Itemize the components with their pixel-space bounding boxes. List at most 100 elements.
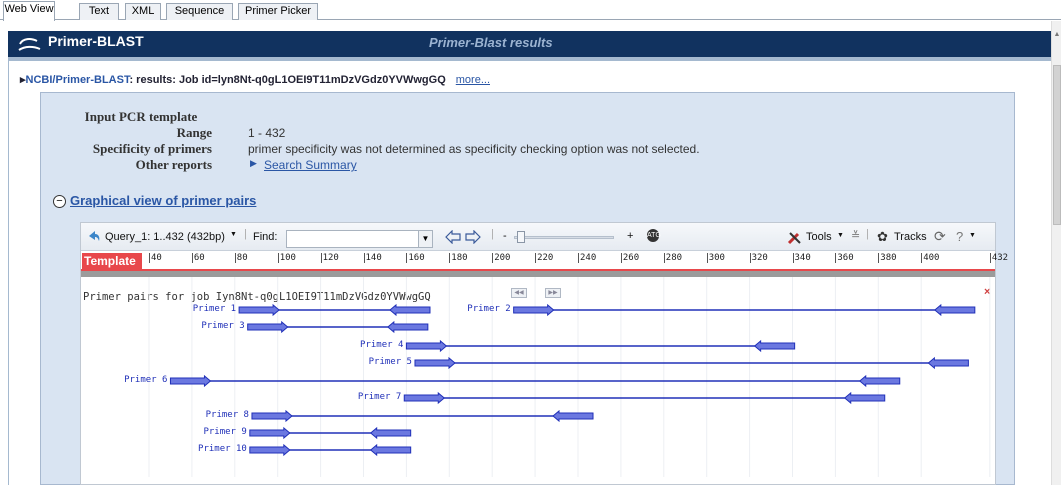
query-selector[interactable]: Query_1: 1..432 (432bp) bbox=[105, 231, 225, 243]
collapse-all-icon[interactable]: ≚ bbox=[851, 229, 860, 242]
help-dropdown-icon[interactable]: ▼ bbox=[969, 232, 976, 239]
collapse-toggle-icon[interactable]: − bbox=[53, 195, 66, 208]
ruler-tick-label: 60 bbox=[193, 253, 205, 263]
tracks-menu[interactable]: Tracks bbox=[894, 231, 927, 243]
scrollbar-thumb[interactable] bbox=[1053, 65, 1061, 225]
ruler-tick bbox=[320, 253, 322, 263]
ruler-tick bbox=[406, 253, 408, 263]
tools-icon[interactable] bbox=[786, 229, 804, 245]
primer-label[interactable]: Primer 6 bbox=[124, 375, 167, 385]
forward-primer-arrow[interactable] bbox=[405, 339, 448, 353]
app-title: Primer-BLAST bbox=[48, 33, 144, 49]
graphical-view-heading[interactable]: Graphical view of primer pairs bbox=[70, 193, 256, 208]
query-dropdown-icon[interactable]: ▼ bbox=[230, 231, 237, 238]
forward-primer-arrow[interactable] bbox=[169, 374, 212, 388]
refresh-icon[interactable]: ⟳ bbox=[934, 228, 946, 245]
zoom-slider-handle[interactable] bbox=[517, 231, 525, 243]
forward-primer-arrow[interactable] bbox=[249, 443, 291, 457]
ruler-tick bbox=[578, 253, 579, 263]
reverse-primer-arrow[interactable] bbox=[934, 303, 976, 317]
primer-label[interactable]: Primer 5 bbox=[369, 357, 412, 367]
back-arrow-icon[interactable] bbox=[87, 230, 101, 242]
forward-primer-arrow[interactable] bbox=[247, 320, 289, 334]
viewer-toolbar: Query_1: 1..432 (432bp) ▼ | Find: ▼ | - … bbox=[81, 223, 995, 251]
search-summary-link[interactable]: Search Summary bbox=[264, 158, 357, 172]
zoom-out-button[interactable]: - bbox=[503, 230, 507, 242]
ruler-tick-label: 340 bbox=[794, 253, 811, 263]
reverse-primer-arrow[interactable] bbox=[927, 356, 969, 370]
forward-primer-arrow[interactable] bbox=[513, 303, 555, 317]
primer-label[interactable]: Primer 8 bbox=[206, 410, 249, 420]
toolbar-divider-2: | bbox=[491, 228, 494, 240]
primer-label[interactable]: Primer 7 bbox=[358, 392, 401, 402]
primer-label[interactable]: Primer 3 bbox=[201, 321, 244, 331]
reverse-primer-arrow[interactable] bbox=[387, 320, 429, 334]
reverse-primer-arrow[interactable] bbox=[753, 339, 796, 353]
input-pcr-template-label: Input PCR template bbox=[84, 109, 198, 124]
range-value: 1 - 432 bbox=[248, 126, 286, 140]
toolbar-divider-3: | bbox=[866, 228, 869, 240]
ruler-tick bbox=[191, 253, 193, 263]
banner-divider bbox=[8, 57, 1051, 61]
ruler-tick-label: 140 bbox=[365, 253, 382, 263]
forward-primer-arrow[interactable] bbox=[238, 303, 280, 317]
ruler-tick bbox=[792, 253, 794, 263]
forward-primer-arrow[interactable] bbox=[414, 356, 456, 370]
primer-label[interactable]: Primer 9 bbox=[203, 427, 246, 437]
tab-web-view[interactable]: Web View bbox=[3, 1, 55, 21]
toolbar-divider: | bbox=[244, 228, 247, 240]
ruler-tick-label: 200 bbox=[494, 253, 511, 263]
reverse-primer-arrow[interactable] bbox=[843, 391, 886, 405]
ruler-tick bbox=[234, 253, 236, 263]
primer-label[interactable]: Primer 4 bbox=[360, 340, 403, 350]
primer-label[interactable]: Primer 10 bbox=[198, 444, 247, 454]
tools-dropdown-icon[interactable]: ▼ bbox=[837, 232, 844, 239]
reverse-primer-arrow[interactable] bbox=[369, 443, 412, 457]
reverse-primer-arrow[interactable] bbox=[552, 409, 594, 423]
ruler-tick-label: 320 bbox=[751, 253, 768, 263]
ruler-tick bbox=[149, 253, 150, 263]
tab-text[interactable]: Text bbox=[79, 3, 119, 20]
tools-menu[interactable]: Tools bbox=[806, 231, 832, 243]
vertical-scrollbar[interactable]: ▲ bbox=[1051, 21, 1061, 485]
ruler-tick bbox=[706, 253, 708, 263]
find-label: Find: bbox=[253, 231, 278, 243]
tab-primer-picker[interactable]: Primer Picker bbox=[238, 3, 318, 20]
ruler-tick-label: 380 bbox=[880, 253, 897, 263]
breadcrumb-job-id: : results: Job id=lyn8Nt-q0gL1OEI9T11mDz… bbox=[129, 74, 446, 86]
view-tabs: Web View Text XML Sequence Primer Picker bbox=[0, 0, 1061, 21]
zoom-in-button[interactable]: + bbox=[627, 230, 633, 242]
ruler-tick bbox=[878, 253, 880, 263]
gear-icon[interactable]: ✿ bbox=[877, 229, 888, 245]
primer-label[interactable]: Primer 2 bbox=[467, 304, 510, 314]
ruler-tick bbox=[749, 253, 751, 263]
specificity-value: primer specificity was not determined as… bbox=[248, 142, 700, 156]
reverse-primer-arrow[interactable] bbox=[858, 374, 901, 388]
help-icon[interactable]: ? bbox=[956, 229, 963, 244]
reverse-primer-arrow[interactable] bbox=[389, 303, 431, 317]
pan-arrows-icon[interactable] bbox=[444, 230, 482, 244]
breadcrumb-ncbi-link[interactable]: NCBI/ bbox=[26, 74, 56, 86]
zoom-slider[interactable] bbox=[514, 236, 614, 239]
forward-primer-arrow[interactable] bbox=[249, 426, 291, 440]
specificity-label: Specificity of primers bbox=[92, 141, 212, 156]
reverse-primer-arrow[interactable] bbox=[369, 426, 412, 440]
range-label: Range bbox=[176, 125, 212, 140]
ruler-tick bbox=[535, 253, 537, 263]
forward-primer-arrow[interactable] bbox=[251, 409, 293, 423]
results-title: Primer-Blast results bbox=[429, 35, 553, 50]
find-input[interactable] bbox=[286, 230, 419, 248]
page-border bbox=[8, 61, 9, 485]
more-link[interactable]: more... bbox=[456, 74, 490, 86]
ruler-tick bbox=[620, 253, 622, 263]
breadcrumb-primer-blast-link[interactable]: Primer-BLAST bbox=[55, 74, 129, 86]
forward-primer-arrow[interactable] bbox=[403, 391, 446, 405]
primer-label[interactable]: Primer 1 bbox=[193, 304, 236, 314]
find-dropdown-icon[interactable]: ▼ bbox=[419, 230, 433, 248]
sequence-zoom-icon[interactable]: ATG bbox=[647, 229, 661, 242]
scroll-up-icon[interactable]: ▲ bbox=[1052, 31, 1061, 41]
tab-sequence[interactable]: Sequence bbox=[166, 3, 233, 20]
tab-xml[interactable]: XML bbox=[125, 3, 161, 20]
breadcrumb: ▸NCBI/Primer-BLAST: results: Job id=lyn8… bbox=[20, 73, 490, 86]
ruler-tick bbox=[663, 253, 665, 263]
